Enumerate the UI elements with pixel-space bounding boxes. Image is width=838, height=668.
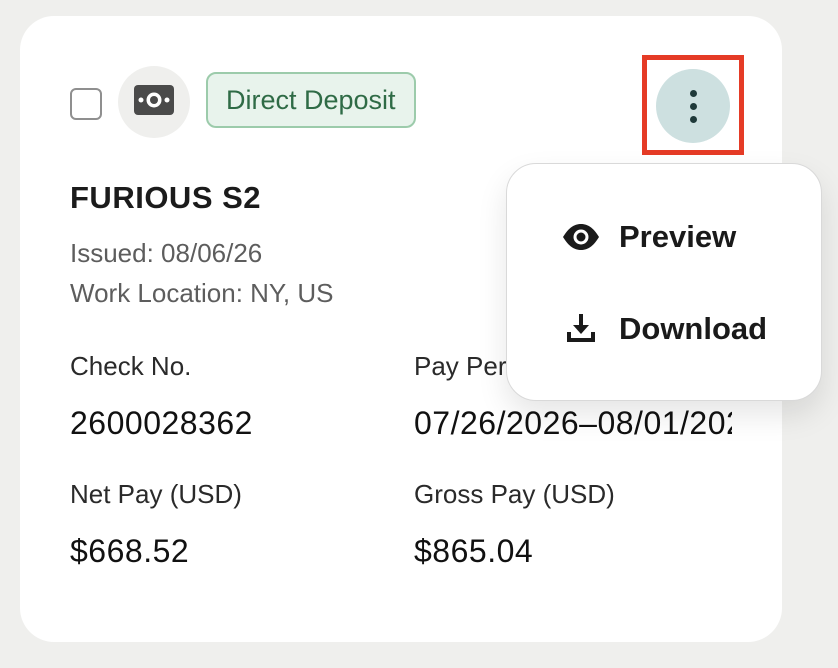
issued-date: Issued: 08/06/26 [70,238,263,268]
gross-pay-value: $865.04 [414,533,534,569]
download-icon [559,309,603,349]
kebab-dot [689,89,697,97]
more-options-button[interactable] [656,69,730,143]
select-checkbox[interactable] [70,88,102,120]
payment-type-badge: Direct Deposit [206,72,416,128]
options-menu: Preview Download [506,163,822,401]
net-pay-label: Net Pay (USD) [70,479,242,509]
menu-item-label: Preview [619,219,737,254]
kebab-dot [689,102,697,110]
kebab-dot [689,115,697,123]
work-location: Work Location: NY, US [70,278,334,308]
menu-item-label: Download [619,311,768,346]
gross-pay-label: Gross Pay (USD) [414,479,615,509]
net-pay-value: $668.52 [70,533,190,569]
payment-method-avatar [118,66,190,138]
cash-icon [134,84,174,120]
paystub-title: FURIOUS S2 [70,180,262,215]
pay-period-value: 07/26/2026–08/01/2026 [414,405,732,441]
eye-icon [559,217,603,257]
check-no-value: 2600028362 [70,405,253,441]
menu-item-preview[interactable]: Preview [559,212,736,262]
check-no-label: Check No. [70,351,192,381]
menu-item-download[interactable]: Download [559,304,767,354]
